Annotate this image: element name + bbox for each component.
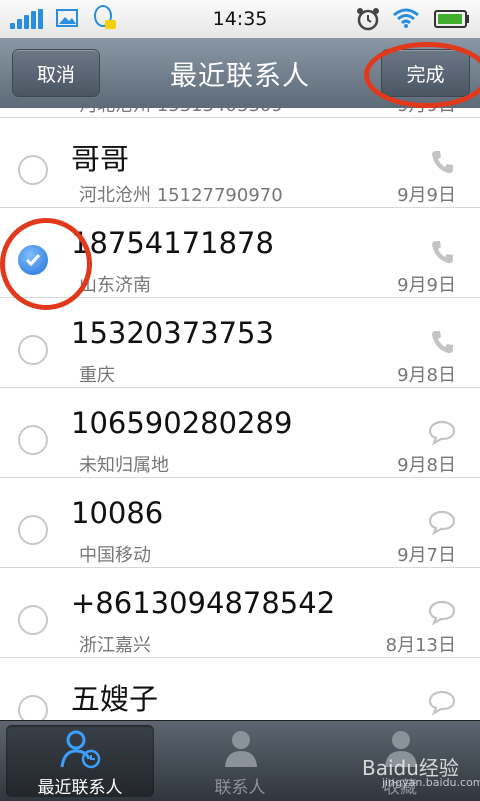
contact-row[interactable]: 哥哥河北沧州 15127790970 9月9日: [0, 118, 480, 208]
tab-contacts[interactable]: 联系人: [166, 725, 314, 798]
message-icon: [428, 598, 456, 626]
tab-recent-contacts[interactable]: 最近联系人: [6, 725, 154, 798]
contact-name: 五嫂子: [71, 682, 159, 716]
recent-contacts-icon: [60, 730, 101, 769]
select-checkbox[interactable]: [18, 245, 48, 275]
contact-name: +8613094878542: [71, 586, 336, 620]
tab-label: 联系人: [214, 778, 266, 798]
contact-date: 9月8日: [397, 365, 456, 386]
done-button[interactable]: 完成: [381, 49, 470, 97]
contact-date: 9月9日: [397, 275, 456, 296]
contact-location: 山东济南: [79, 275, 151, 296]
contact-date: 9月9日: [397, 108, 456, 117]
select-checkbox[interactable]: [18, 695, 48, 720]
contact-location: 未知归属地: [79, 455, 169, 476]
contact-location: 河北沧州 15313403309: [79, 108, 283, 117]
alarm-icon: [357, 8, 379, 31]
contact-name: 18754171878: [71, 226, 274, 260]
contact-date: 8月13日: [385, 635, 456, 656]
contact-row[interactable]: 18754171878 山东济南 9月9日: [0, 208, 480, 298]
contact-name: 15320373753: [71, 316, 274, 350]
wifi-icon: [393, 8, 419, 28]
contact-location: 中国移动: [79, 545, 151, 566]
contact-name: 哥哥: [71, 142, 130, 176]
contacts-icon: [225, 731, 257, 767]
select-checkbox[interactable]: [18, 515, 48, 545]
message-icon: [428, 508, 456, 536]
contact-row[interactable]: 五嫂子: [0, 658, 480, 720]
contact-row[interactable]: +8613094878542 浙江嘉兴 8月13日: [0, 568, 480, 658]
contact-row[interactable]: 10086 中国移动 9月7日: [0, 478, 480, 568]
phone-icon: [428, 148, 456, 176]
contact-row[interactable]: 15320373753 重庆 9月8日: [0, 298, 480, 388]
contact-row[interactable]: 106590280289 未知归属地 9月8日: [0, 388, 480, 478]
select-checkbox[interactable]: [18, 335, 48, 365]
contact-name: 10086: [71, 496, 164, 530]
battery-icon: [434, 10, 469, 28]
header: 取消 最近联系人 完成: [0, 38, 480, 109]
message-icon: [428, 688, 456, 716]
phone-icon: [428, 238, 456, 266]
message-icon: [428, 418, 456, 446]
contact-name: 106590280289: [71, 406, 293, 440]
phone-icon: [428, 328, 456, 356]
status-bar: 14:35: [0, 0, 480, 38]
contact-date: 9月9日: [397, 185, 456, 206]
select-checkbox[interactable]: [18, 605, 48, 635]
contact-date: 9月7日: [397, 545, 456, 566]
contact-location: 浙江嘉兴: [79, 635, 151, 656]
contact-row[interactable]: 河北沧州 15313403309 9月9日: [0, 108, 480, 118]
contact-list[interactable]: 河北沧州 153134033099月9日哥哥河北沧州 151277909709月…: [0, 108, 480, 720]
contact-date: 9月8日: [397, 455, 456, 476]
select-checkbox[interactable]: [18, 425, 48, 455]
contact-location: 河北沧州 15127790970: [79, 185, 283, 206]
watermark-url: jingyan.baidu.com: [382, 776, 480, 789]
select-checkbox[interactable]: [18, 155, 48, 185]
tab-label: 最近联系人: [37, 778, 123, 798]
contact-location: 重庆: [79, 365, 115, 386]
checkmark-icon: [25, 254, 41, 267]
